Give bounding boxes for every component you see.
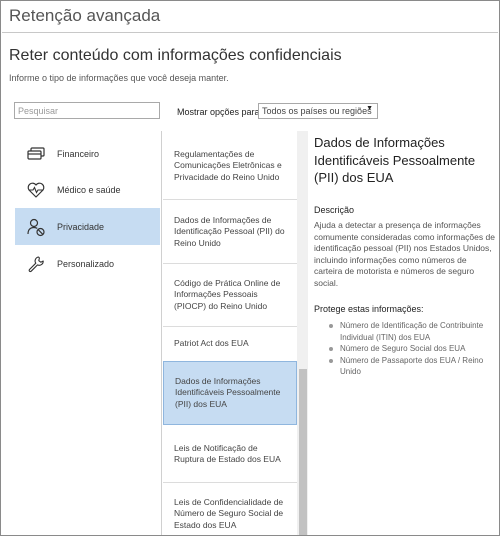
- template-item-selected[interactable]: Dados de Informações Identificáveis Pess…: [163, 361, 297, 425]
- list-separator: [163, 263, 297, 264]
- wrench-icon: [26, 254, 46, 274]
- protected-info-item: Número de Seguro Social dos EUA: [328, 343, 496, 355]
- search-input[interactable]: [14, 102, 160, 119]
- category-financeiro[interactable]: Financeiro: [15, 135, 160, 172]
- category-label: Personalizado: [57, 258, 115, 269]
- person-block-icon: [26, 217, 46, 237]
- heart-pulse-icon: [26, 180, 46, 200]
- scrollbar-thumb[interactable]: [299, 369, 307, 535]
- region-select-value: Todos os países ou regiões: [262, 106, 372, 116]
- credit-card-icon: [26, 144, 46, 164]
- category-personalizado[interactable]: Personalizado: [15, 245, 160, 282]
- advanced-retention-window: Retenção avançada Reter conteúdo com inf…: [0, 0, 500, 536]
- category-privacidade[interactable]: Privacidade: [15, 208, 160, 245]
- category-medico-saude[interactable]: Médico e saúde: [15, 171, 160, 208]
- template-item[interactable]: Dados de Informações de Identificação Pe…: [163, 213, 297, 251]
- template-label: Dados de Informações de Identificação Pe…: [174, 214, 285, 248]
- category-label: Médico e saúde: [57, 184, 121, 195]
- template-label: Patriot Act dos EUA: [174, 338, 249, 349]
- title-divider: [2, 32, 498, 33]
- section-title: Reter conteúdo com informações confidenc…: [9, 47, 342, 64]
- template-label: Leis de Notificação de Ruptura de Estado…: [174, 442, 281, 465]
- protected-info-item: Número de Identificação de Contribuinte …: [328, 320, 496, 343]
- category-label: Financeiro: [57, 148, 100, 159]
- protected-info-list: Número de Identificação de Contribuinte …: [328, 320, 496, 378]
- list-separator: [163, 326, 297, 327]
- template-label: Regulamentações de Comunicações Eletrôni…: [174, 148, 282, 182]
- template-item[interactable]: Patriot Act dos EUA: [163, 337, 297, 351]
- category-label: Privacidade: [57, 221, 105, 232]
- protects-label: Protege estas informações:: [314, 304, 424, 314]
- template-label: Código de Prática Online de Informações …: [174, 277, 281, 311]
- description-text: Ajuda a detectar a presença de informaçõ…: [314, 220, 495, 288]
- template-item[interactable]: Regulamentações de Comunicações Eletrôni…: [163, 141, 297, 191]
- description-label: Descrição: [314, 205, 355, 215]
- filter-label: Mostrar opções para: [177, 107, 260, 117]
- instruction-text: Informe o tipo de informações que você d…: [9, 73, 229, 83]
- dropdown-arrow-icon: ▼: [366, 105, 373, 112]
- template-label: Leis de Confidencialidade de Número de S…: [174, 496, 284, 530]
- template-item[interactable]: Leis de Notificação de Ruptura de Estado…: [163, 435, 297, 473]
- list-separator: [163, 482, 297, 483]
- list-separator: [163, 199, 297, 200]
- list-divider: [161, 131, 162, 535]
- template-label: Dados de Informações Identificáveis Pess…: [175, 375, 281, 409]
- region-select[interactable]: Todos os países ou regiões ▼: [258, 103, 378, 119]
- protected-info-item: Número de Passaporte dos EUA / Reino Uni…: [328, 355, 496, 378]
- template-item[interactable]: Leis de Confidencialidade de Número de S…: [163, 495, 297, 533]
- template-item[interactable]: Código de Prática Online de Informações …: [163, 276, 297, 314]
- detail-title: Dados de Informações Identificáveis Pess…: [314, 135, 476, 185]
- window-title: Retenção avançada: [9, 6, 161, 25]
